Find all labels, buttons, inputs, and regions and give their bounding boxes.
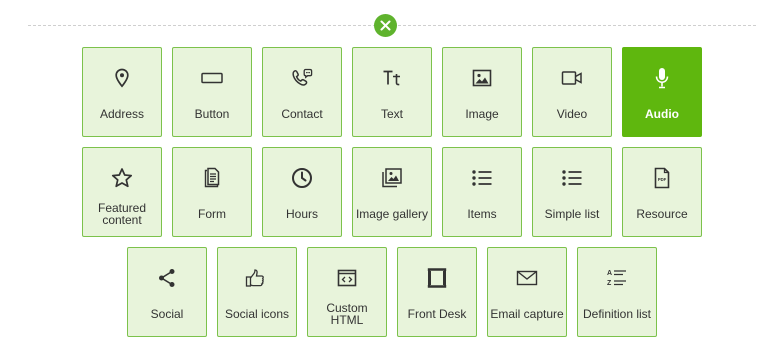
tile-text[interactable]: Text	[352, 47, 432, 137]
bulleted-list-icon	[443, 166, 521, 190]
front-desk-frame-icon	[398, 266, 476, 290]
form-document-icon	[173, 166, 251, 190]
tile-form[interactable]: Form	[172, 147, 252, 237]
tile-label: Items	[467, 207, 497, 221]
tile-contact[interactable]: Contact	[262, 47, 342, 137]
tile-label: Social	[150, 307, 184, 321]
tile-audio[interactable]: Audio	[622, 47, 702, 137]
tile-label: Text	[380, 107, 403, 121]
image-icon	[443, 66, 521, 90]
tile-email-capture[interactable]: Email capture	[487, 247, 567, 337]
simple-list-icon	[533, 166, 611, 190]
tile-button[interactable]: Button	[172, 47, 252, 137]
pdf-file-icon: PDF	[623, 166, 701, 190]
microphone-icon	[623, 66, 701, 90]
tile-video[interactable]: Video	[532, 47, 612, 137]
tile-image-gallery[interactable]: Image gallery	[352, 147, 432, 237]
button-rectangle-icon	[173, 66, 251, 90]
clock-icon	[263, 166, 341, 190]
tile-label: Definition list	[582, 307, 652, 321]
tile-label: Hours	[285, 207, 318, 221]
tile-label: Audio	[645, 107, 679, 121]
tile-label: Custom HTML	[326, 301, 368, 327]
close-button[interactable]	[374, 14, 397, 37]
tile-social-icons[interactable]: Social icons	[217, 247, 297, 337]
tile-label: Address	[99, 107, 145, 121]
image-gallery-icon	[353, 166, 431, 190]
share-icon	[128, 266, 206, 290]
text-tt-icon	[353, 66, 431, 90]
close-icon	[380, 20, 391, 31]
tile-label: Image gallery	[355, 207, 429, 221]
tile-label: Featured content	[97, 201, 147, 227]
tile-label: Front Desk	[407, 307, 467, 321]
definition-list-icon: AZ	[578, 266, 656, 290]
tile-image[interactable]: Image	[442, 47, 522, 137]
tile-label: Email capture	[490, 307, 564, 321]
svg-text:Z: Z	[607, 280, 612, 287]
tile-label: Simple list	[544, 207, 600, 221]
video-camera-icon	[533, 66, 611, 90]
tile-row-2: Featured content Form Hours Image galler…	[0, 147, 784, 237]
phone-chat-icon	[263, 66, 341, 90]
star-icon	[83, 166, 161, 190]
tile-label: Form	[198, 207, 226, 221]
tile-address[interactable]: Address	[82, 47, 162, 137]
tile-row-1: Address Button Contact Text Image Video	[0, 47, 784, 137]
tile-label: Social icons	[224, 307, 290, 321]
tile-row-3: Social Social icons Custom HTML Front De…	[0, 247, 784, 337]
tile-label: Image	[465, 107, 499, 121]
code-window-icon	[308, 266, 386, 290]
tile-label: Resource	[636, 207, 688, 221]
tile-label: Video	[556, 107, 588, 121]
location-pin-icon	[83, 66, 161, 90]
thumbs-up-icon	[218, 266, 296, 290]
tile-label: Contact	[281, 107, 323, 121]
envelope-icon	[488, 266, 566, 290]
tile-simple-list[interactable]: Simple list	[532, 147, 612, 237]
tile-items[interactable]: Items	[442, 147, 522, 237]
tile-front-desk[interactable]: Front Desk	[397, 247, 477, 337]
svg-text:A: A	[607, 270, 612, 277]
tile-custom-html[interactable]: Custom HTML	[307, 247, 387, 337]
tile-social[interactable]: Social	[127, 247, 207, 337]
tile-hours[interactable]: Hours	[262, 147, 342, 237]
tile-label: Button	[194, 107, 230, 121]
svg-text:PDF: PDF	[658, 177, 667, 182]
tile-featured-content[interactable]: Featured content	[82, 147, 162, 237]
tile-definition-list[interactable]: AZ Definition list	[577, 247, 657, 337]
tile-resource[interactable]: PDF Resource	[622, 147, 702, 237]
